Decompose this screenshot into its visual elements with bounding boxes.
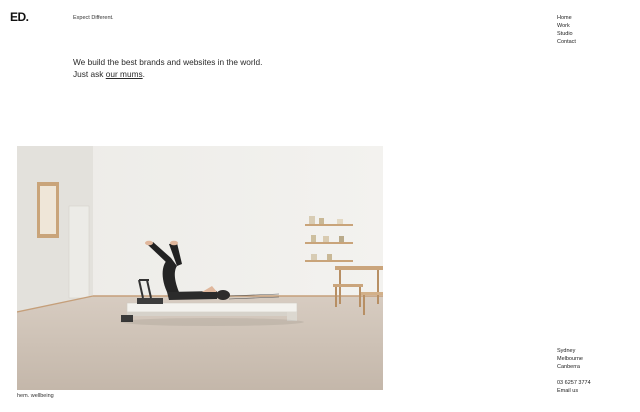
contact-links: 03 6257 3774 Email us — [557, 380, 591, 395]
pilates-studio-illustration — [17, 146, 383, 390]
email-link[interactable]: Email us — [557, 388, 591, 395]
city-melbourne: Melbourne — [557, 356, 583, 362]
hero-line-2-prefix: Just ask — [73, 69, 106, 79]
nav-item-contact[interactable]: Contact — [557, 39, 576, 46]
city-canberra: Canberra — [557, 364, 580, 370]
project-image[interactable] — [17, 146, 383, 390]
hero-text: We build the best brands and websites in… — [73, 56, 262, 80]
city-sydney: Sydney — [557, 348, 576, 354]
hero-line-1: We build the best brands and websites in… — [73, 57, 263, 67]
nav-item-home[interactable]: Home — [557, 15, 576, 22]
phone-link[interactable]: 03 6257 3774 — [557, 380, 591, 387]
logo[interactable]: ED. — [10, 10, 29, 24]
hero-line-2-suffix: . — [142, 69, 145, 79]
our-mums-link[interactable]: our mums — [106, 69, 143, 79]
hero-line-2: Just ask our mums. — [73, 68, 262, 80]
main-nav: Home Work Studio Contact — [557, 15, 576, 46]
tagline: Expect Different. — [73, 15, 114, 21]
nav-item-studio[interactable]: Studio — [557, 31, 576, 38]
project-caption[interactable]: hem. wellbeing — [17, 393, 54, 399]
nav-item-work[interactable]: Work — [557, 23, 576, 30]
office-locations: Sydney Melbourne Canberra — [557, 348, 583, 371]
